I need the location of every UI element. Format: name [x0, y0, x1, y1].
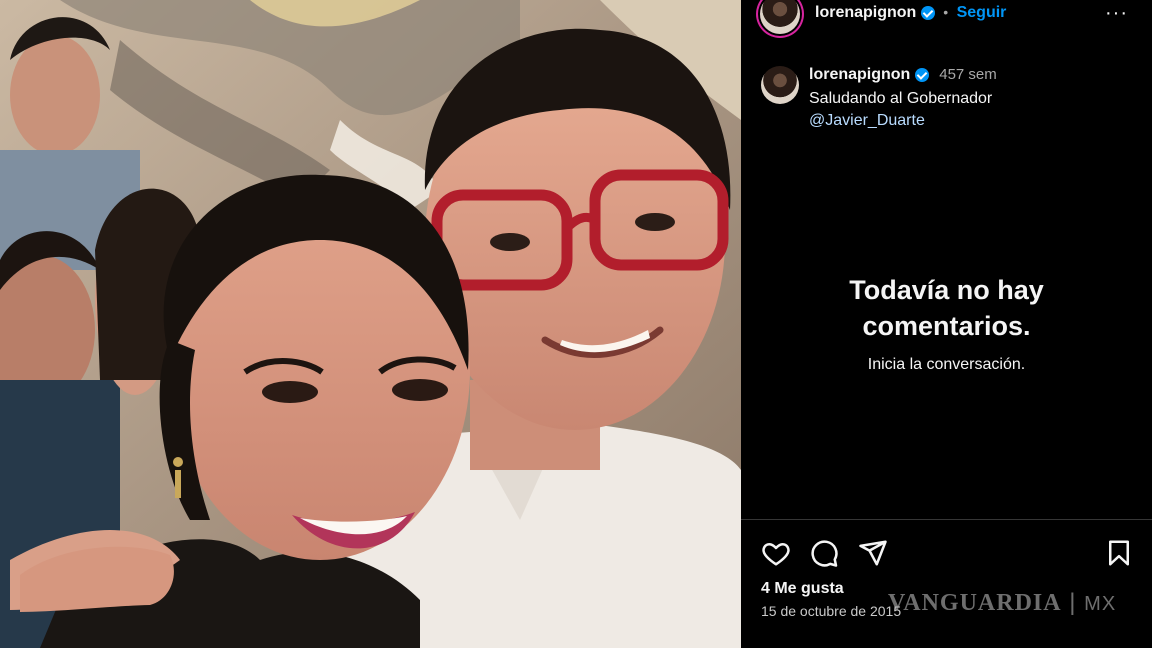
- caption-text: Saludando al Gobernador @Javier_Duarte: [809, 88, 1109, 132]
- post-photo[interactable]: [0, 0, 741, 648]
- section-divider: [741, 519, 1152, 520]
- verified-badge-icon: [920, 5, 935, 20]
- caption-body: Saludando al Gobernador: [809, 90, 993, 107]
- empty-comments-subtitle: Inicia la conversación.: [867, 356, 1026, 373]
- send-icon[interactable]: [858, 538, 888, 568]
- post-side-panel: lorenapignon • Seguir ··· lorenapignon 4…: [741, 0, 1152, 648]
- header-separator: •: [943, 4, 949, 20]
- caption-username[interactable]: lorenapignon: [809, 66, 910, 83]
- caption-timestamp[interactable]: 457 sem: [939, 66, 997, 83]
- empty-comments-title: Todavía no hay comentarios.: [849, 275, 1044, 341]
- caption-avatar[interactable]: [761, 66, 799, 104]
- post-header: lorenapignon • Seguir ···: [741, 0, 1152, 34]
- header-username[interactable]: lorenapignon: [815, 4, 916, 21]
- action-bar: [761, 538, 1132, 568]
- empty-comments: Todavía no hay comentarios. Inicia la co…: [741, 272, 1152, 374]
- comment-icon[interactable]: [809, 538, 839, 568]
- bookmark-icon[interactable]: [1104, 538, 1134, 568]
- photo-illustration: [0, 0, 741, 648]
- instagram-post-modal: lorenapignon • Seguir ··· lorenapignon 4…: [0, 0, 1152, 648]
- more-options-icon[interactable]: ···: [1105, 2, 1128, 25]
- follow-button[interactable]: Seguir: [957, 4, 1007, 21]
- watermark-suffix: MX: [1084, 593, 1117, 615]
- vanguardia-watermark-logo: VANGUARDIA | MX: [888, 589, 1117, 616]
- header-user-row: lorenapignon • Seguir: [815, 4, 1006, 22]
- likes-count[interactable]: 4 Me gusta: [761, 580, 844, 598]
- caption-verified-badge-icon: [914, 67, 929, 82]
- heart-icon[interactable]: [761, 538, 791, 568]
- caption-mention-link[interactable]: @Javier_Duarte: [809, 112, 925, 129]
- caption-header: lorenapignon 457 sem: [809, 66, 997, 84]
- header-avatar[interactable]: [760, 0, 800, 34]
- post-date: 15 de octubre de 2015: [761, 603, 902, 619]
- watermark-brand: VANGUARDIA: [888, 590, 1062, 616]
